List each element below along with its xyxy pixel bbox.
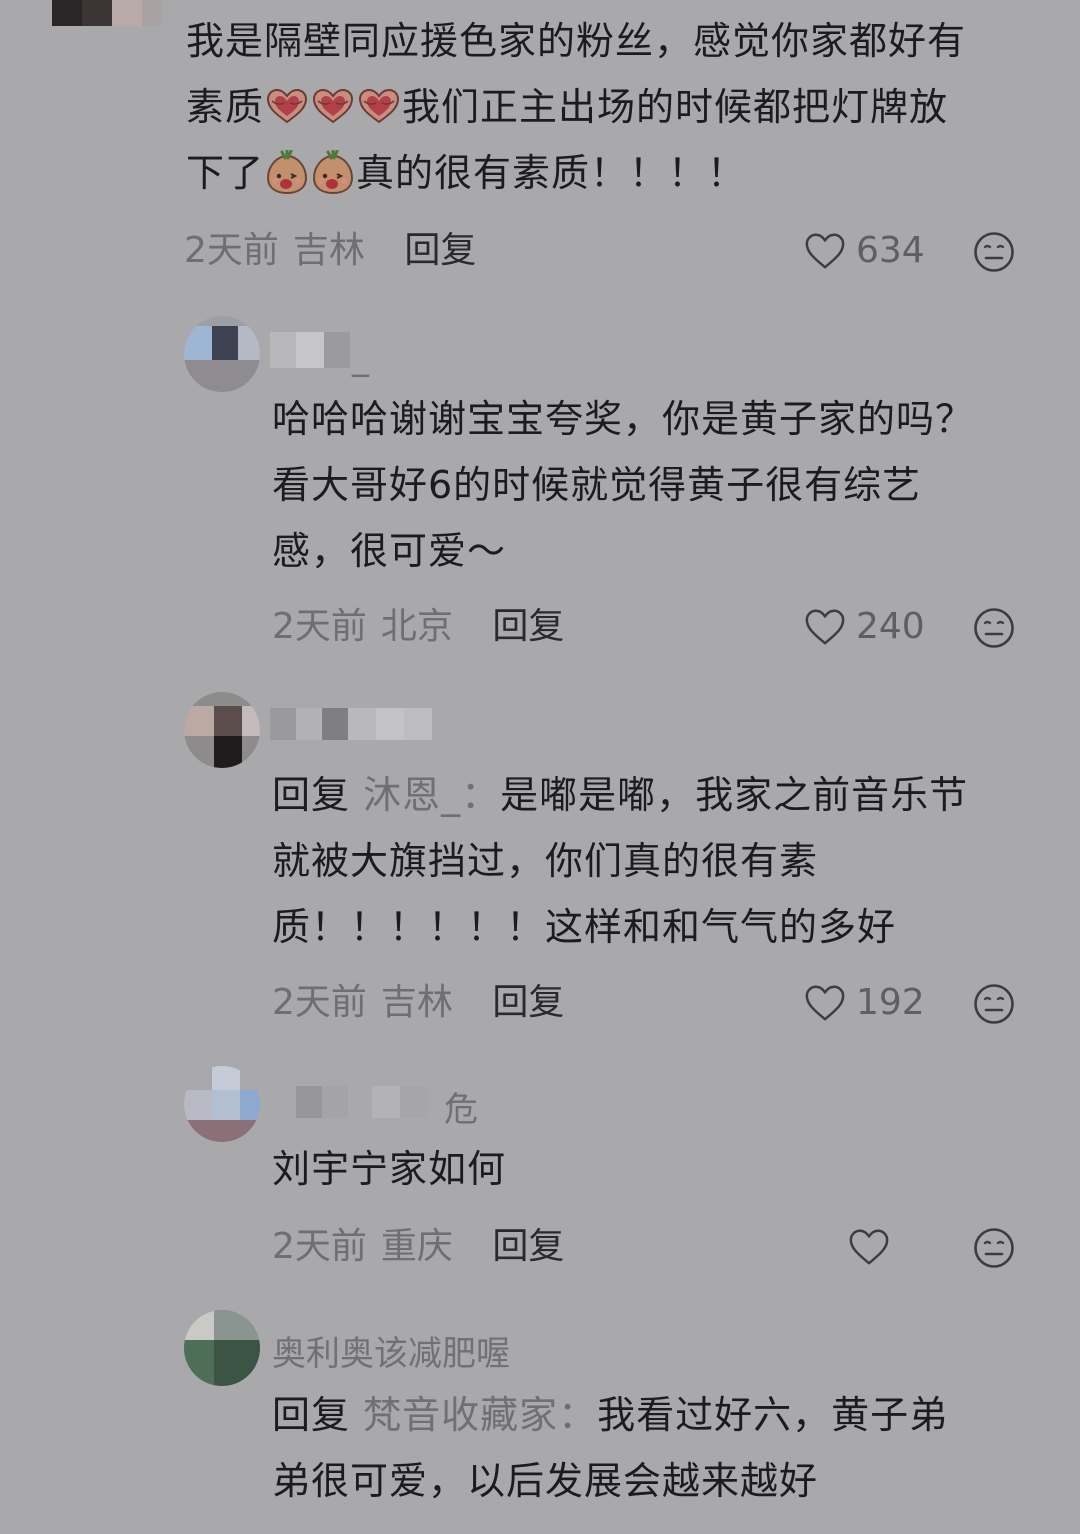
reply-target-user[interactable]: 沐恩_： xyxy=(363,773,500,817)
comment-text: 刘宇宁家如何 xyxy=(272,1136,506,1202)
username[interactable]: 危 xyxy=(444,1082,478,1130)
comment-line: 哈哈哈谢谢宝宝夸奖，你是黄子家的吗？ xyxy=(272,397,975,441)
comment-meta: 2天前 吉林 回复 xyxy=(272,978,564,1028)
like-button[interactable]: 192 xyxy=(804,978,925,1028)
comment-location: 重庆 xyxy=(380,1226,453,1267)
username-blurred[interactable] xyxy=(270,708,432,748)
comment-line: 感，很可爱～ xyxy=(272,529,507,573)
heart-hands-emoji-icon xyxy=(356,86,402,126)
avatar[interactable] xyxy=(184,316,260,392)
comment-text: 回复 沐恩_：是嘟是嘟，我家之前音乐节 就被大旗挡过，你们真的很有素 质！！！！… xyxy=(272,762,968,960)
avatar[interactable] xyxy=(184,1310,260,1386)
comment-time: 2天前 xyxy=(272,1226,367,1267)
heart-outline-icon xyxy=(804,607,846,647)
heart-hands-emoji-icon xyxy=(264,86,310,126)
username[interactable]: 奥利奥该减肥喔 xyxy=(272,1326,510,1374)
reply-button[interactable]: 回复 xyxy=(492,1226,564,1267)
comment-text: 哈哈哈谢谢宝宝夸奖，你是黄子家的吗？ 看大哥好6的时候就觉得黄子很有综艺 感，很… xyxy=(272,386,974,584)
comment-meta: 2天前 北京 回复 xyxy=(272,602,564,652)
comment-line: 质！！！！！！这样和和气气的多好 xyxy=(272,905,897,949)
reply-button[interactable]: 回复 xyxy=(492,982,564,1023)
comment-line: 是嘟是嘟，我家之前音乐节 xyxy=(500,773,969,817)
comment-time: 2天前 xyxy=(272,606,367,647)
comment-line: 弟很可爱，以后发展会越来越好 xyxy=(272,1459,819,1503)
heart-hands-emoji-icon xyxy=(310,86,356,126)
comment-line: 真的很有素质！！！！ xyxy=(356,151,747,195)
meh-face-icon[interactable] xyxy=(973,607,1015,649)
like-button[interactable]: 634 xyxy=(804,226,925,276)
reply-target-user[interactable]: 梵音收藏家： xyxy=(363,1393,597,1437)
username-blurred[interactable] xyxy=(296,1086,446,1126)
comment-line: 就被大旗挡过，你们真的很有素 xyxy=(272,839,819,883)
avatar[interactable] xyxy=(52,0,162,36)
comment-time: 2天前 xyxy=(184,230,279,271)
comment-line: 刘宇宁家如何 xyxy=(272,1147,507,1191)
like-button[interactable] xyxy=(848,1222,890,1272)
comment-line: 下了 xyxy=(186,151,265,195)
meh-face-icon[interactable] xyxy=(973,231,1015,273)
comment-line: 素质 xyxy=(186,85,265,129)
reply-button[interactable]: 回复 xyxy=(492,606,564,647)
heart-outline-icon xyxy=(804,983,846,1023)
comment-text: 回复 梵音收藏家：我看过好六，黄子弟 弟很可爱，以后发展会越来越好 xyxy=(272,1382,948,1514)
comment-meta: 2天前 重庆 回复 xyxy=(272,1222,564,1272)
like-count: 240 xyxy=(856,606,925,647)
comment-line: 我看过好六，黄子弟 xyxy=(597,1393,949,1437)
shy-potato-emoji-icon xyxy=(264,150,310,196)
shy-potato-emoji-icon xyxy=(310,150,356,196)
reply-prefix: 回复 xyxy=(272,1393,351,1437)
username[interactable]: _ xyxy=(352,338,369,382)
reply-prefix: 回复 xyxy=(272,773,351,817)
meh-face-icon[interactable] xyxy=(973,983,1015,1025)
like-count: 192 xyxy=(856,982,925,1023)
heart-outline-icon xyxy=(804,231,846,271)
like-button[interactable]: 240 xyxy=(804,602,925,652)
heart-outline-icon xyxy=(848,1227,890,1267)
comment-location: 北京 xyxy=(380,606,453,647)
avatar[interactable] xyxy=(184,1066,260,1142)
comment-line: 我们正主出场的时候都把灯牌放 xyxy=(402,85,949,129)
comment-line: 我是隔壁同应援色家的粉丝，感觉你家都好有 xyxy=(186,19,967,63)
avatar[interactable] xyxy=(184,692,260,768)
comment-meta: 2天前 吉林 回复 xyxy=(184,226,476,276)
comment-time: 2天前 xyxy=(272,982,367,1023)
username-blurred[interactable] xyxy=(270,332,350,372)
comment-location: 吉林 xyxy=(292,230,365,271)
comment-text: 我是隔壁同应援色家的粉丝，感觉你家都好有 素质 我们正主出场的时候都把灯牌放 下了… xyxy=(186,8,966,206)
comment-location: 吉林 xyxy=(380,982,453,1023)
reply-button[interactable]: 回复 xyxy=(404,230,476,271)
like-count: 634 xyxy=(856,230,925,271)
meh-face-icon[interactable] xyxy=(973,1227,1015,1269)
comment-line: 看大哥好6的时候就觉得黄子很有综艺 xyxy=(272,463,922,507)
